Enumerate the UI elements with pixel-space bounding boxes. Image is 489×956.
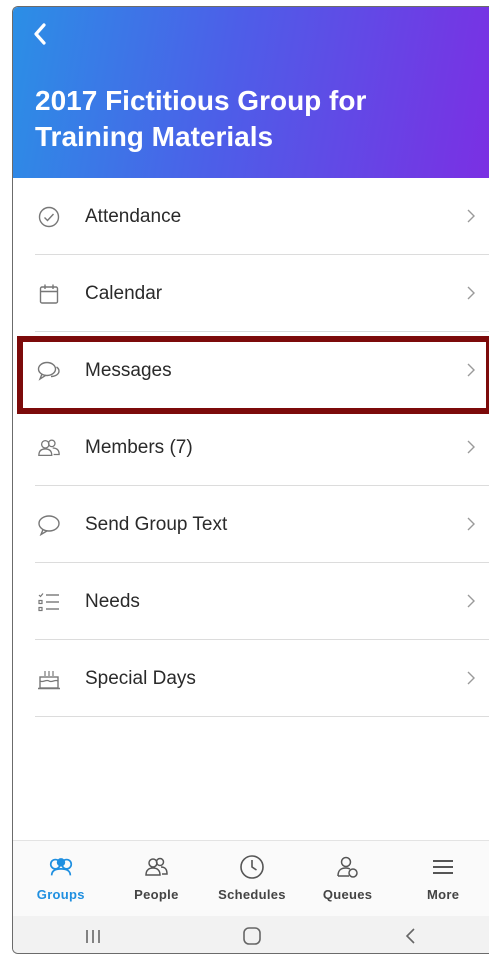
- chevron-right-icon: [467, 286, 475, 300]
- back-button[interactable]: [27, 21, 53, 47]
- page-title: 2017 Fictitious Group for Training Mater…: [35, 85, 367, 152]
- menu-item-special-days[interactable]: Special Days: [13, 640, 489, 717]
- phone-screen: 2017 Fictitious Group for Training Mater…: [12, 6, 489, 954]
- menu-item-needs[interactable]: Needs: [13, 563, 489, 640]
- menu-item-attendance[interactable]: Attendance: [13, 178, 489, 255]
- group-header: 2017 Fictitious Group for Training Mater…: [13, 7, 489, 178]
- chevron-right-icon: [467, 209, 475, 223]
- queue-person-icon: [334, 853, 362, 881]
- system-back-button[interactable]: [391, 921, 431, 951]
- menu-item-label: Members (7): [85, 436, 193, 458]
- people-icon: [142, 853, 170, 881]
- menu-item-label: Attendance: [85, 205, 182, 227]
- clock-icon: [238, 853, 266, 881]
- tab-label: Groups: [36, 887, 85, 902]
- check-circle-icon: [37, 205, 61, 229]
- android-nav-bar: [13, 916, 489, 953]
- group-menu: Attendance Calendar Messages Members (7): [13, 178, 489, 717]
- chevron-right-icon: [467, 671, 475, 685]
- chevron-right-icon: [467, 363, 475, 377]
- hamburger-icon: [429, 853, 457, 881]
- back-arrow-icon: [406, 927, 415, 944]
- chevron-right-icon: [467, 594, 475, 608]
- home-button[interactable]: [232, 921, 272, 951]
- chevron-right-icon: [467, 440, 475, 454]
- groups-icon: [47, 853, 75, 881]
- menu-item-messages[interactable]: Messages: [13, 332, 489, 409]
- menu-item-calendar[interactable]: Calendar: [13, 255, 489, 332]
- menu-item-label: Special Days: [85, 667, 196, 689]
- chevron-left-icon: [34, 23, 46, 45]
- menu-item-label: Send Group Text: [85, 513, 228, 535]
- menu-item-label: Calendar: [85, 282, 163, 304]
- tab-people[interactable]: People: [109, 841, 205, 916]
- chat-bubbles-icon: [37, 359, 61, 383]
- menu-item-label: Messages: [85, 359, 172, 381]
- tab-queues[interactable]: Queues: [300, 841, 396, 916]
- speech-bubble-icon: [37, 513, 61, 537]
- checklist-icon: [37, 590, 61, 614]
- menu-item-label: Needs: [85, 590, 140, 612]
- calendar-icon: [37, 282, 61, 306]
- cake-icon: [37, 667, 61, 691]
- home-icon: [243, 926, 261, 945]
- tab-label: People: [134, 887, 179, 902]
- tab-schedules[interactable]: Schedules: [204, 841, 300, 916]
- recent-apps-icon: [85, 929, 100, 943]
- menu-item-members[interactable]: Members (7): [13, 409, 489, 486]
- chevron-right-icon: [467, 517, 475, 531]
- tab-label: Schedules: [218, 887, 286, 902]
- tab-label: Queues: [322, 887, 373, 902]
- tab-groups[interactable]: Groups: [13, 841, 109, 916]
- members-icon: [37, 436, 61, 460]
- recent-apps-button[interactable]: [73, 921, 113, 951]
- menu-item-send-group-text[interactable]: Send Group Text: [13, 486, 489, 563]
- tab-label: More: [427, 887, 460, 902]
- tab-more[interactable]: More: [395, 841, 489, 916]
- bottom-tab-bar: Groups People Schedules Queues More: [13, 840, 489, 916]
